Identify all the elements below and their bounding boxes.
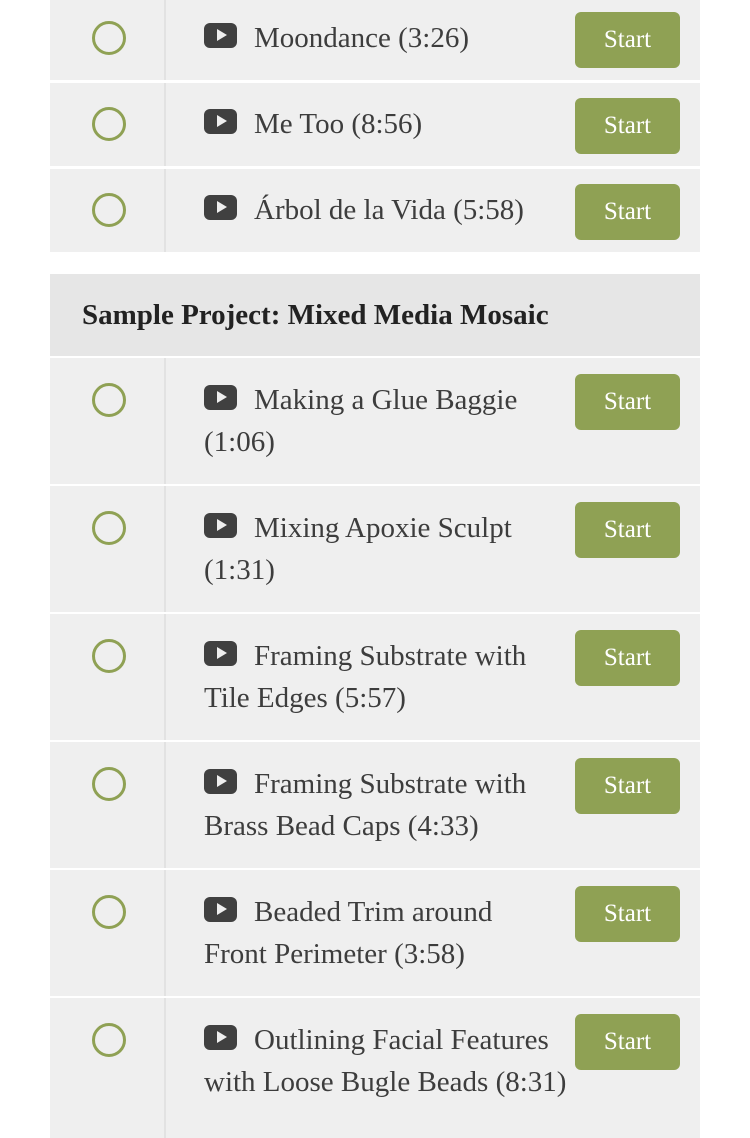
start-button[interactable]: Start: [575, 374, 680, 430]
lesson-title: Framing Substrate with Brass Bead Caps (…: [204, 768, 527, 842]
start-button[interactable]: Start: [575, 758, 680, 814]
circle-outline-icon: [92, 767, 126, 801]
start-button[interactable]: Start: [575, 184, 680, 240]
lesson-row: Framing Substrate with Brass Bead Caps (…: [50, 742, 700, 868]
lesson-row: Mixing Apoxie Sculpt (1:31) Start: [50, 486, 700, 612]
lesson-title: Making a Glue Baggie (1:06): [204, 384, 518, 458]
lesson-title: Me Too (8:56): [204, 103, 544, 145]
play-icon: [204, 109, 237, 134]
circle-outline-icon: [92, 383, 126, 417]
play-icon: [204, 385, 237, 410]
lesson-row: Framing Substrate with Tile Edges (5:57)…: [50, 614, 700, 740]
lesson-row: Making a Glue Baggie (1:06) Start: [50, 358, 700, 484]
section-title: Sample Project: Mixed Media Mosaic: [82, 299, 549, 331]
circle-outline-icon: [92, 193, 126, 227]
play-icon: [204, 513, 237, 538]
play-icon: [204, 195, 237, 220]
lesson-row: Moondance (3:26) Start: [50, 0, 700, 80]
start-button[interactable]: Start: [575, 98, 680, 154]
play-icon: [204, 23, 237, 48]
status-cell: [50, 998, 166, 1138]
lesson-row: Outlining Facial Features with Loose Bug…: [50, 998, 700, 1138]
start-button[interactable]: Start: [575, 886, 680, 942]
play-icon: [204, 769, 237, 794]
lesson-title: Árbol de la Vida (5:58): [204, 189, 544, 231]
status-cell: [50, 358, 166, 484]
start-button[interactable]: Start: [575, 630, 680, 686]
play-icon: [204, 641, 237, 666]
start-button[interactable]: Start: [575, 12, 680, 68]
lesson-row: Árbol de la Vida (5:58) Start: [50, 169, 700, 252]
circle-outline-icon: [92, 1023, 126, 1057]
status-cell: [50, 486, 166, 612]
lesson-title: Moondance (3:26): [204, 17, 544, 59]
lesson-row: Me Too (8:56) Start: [50, 83, 700, 166]
status-cell: [50, 870, 166, 996]
lesson-title: Framing Substrate with Tile Edges (5:57): [204, 640, 527, 714]
status-cell: [50, 614, 166, 740]
start-button[interactable]: Start: [575, 502, 680, 558]
circle-outline-icon: [92, 895, 126, 929]
circle-outline-icon: [92, 21, 126, 55]
lesson-title: Outlining Facial Features with Loose Bug…: [204, 1024, 567, 1098]
circle-outline-icon: [92, 639, 126, 673]
lesson-row: Beaded Trim around Front Perimeter (3:58…: [50, 870, 700, 996]
circle-outline-icon: [92, 107, 126, 141]
section-header: Sample Project: Mixed Media Mosaic: [50, 274, 700, 356]
lesson-title: Mixing Apoxie Sculpt (1:31): [204, 512, 512, 586]
start-button[interactable]: Start: [575, 1014, 680, 1070]
status-cell: [50, 742, 166, 868]
play-icon: [204, 897, 237, 922]
play-icon: [204, 1025, 237, 1050]
circle-outline-icon: [92, 511, 126, 545]
lesson-title: Beaded Trim around Front Perimeter (3:58…: [204, 896, 493, 970]
